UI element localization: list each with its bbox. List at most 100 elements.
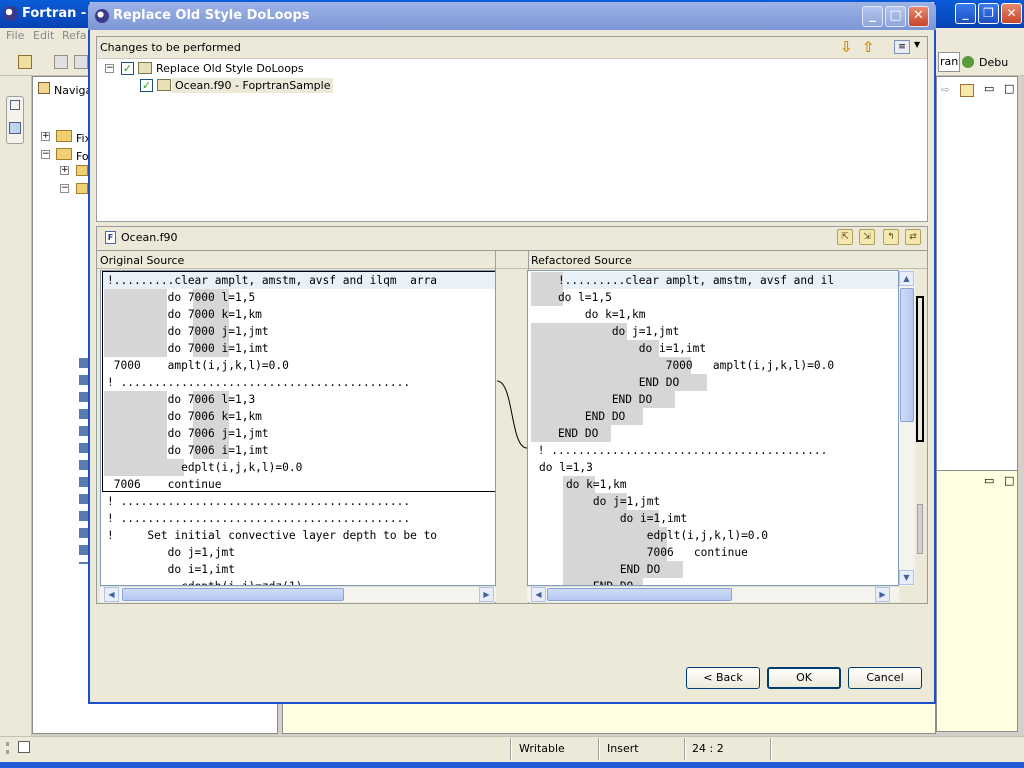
refactored-code-line: do l=1,3 [539, 461, 593, 474]
original-code-line: do i=1,imt [107, 563, 235, 576]
dialog-minimize-icon[interactable]: _ [862, 6, 883, 27]
refactored-code-line: END DO [531, 376, 680, 389]
collapse-all-icon[interactable] [960, 84, 974, 97]
expand-toggle[interactable]: + [60, 166, 69, 175]
compare-headers [97, 251, 927, 269]
fast-view-icon[interactable] [18, 741, 30, 753]
close-icon[interactable]: ✕ [1001, 3, 1022, 24]
next-change-icon[interactable]: ⇩ [840, 38, 853, 56]
tree-item-file-change[interactable]: Ocean.f90 - FoprtranSample [172, 78, 334, 93]
debug-bug-icon [962, 56, 974, 68]
dialog-close-icon[interactable]: ✕ [908, 6, 929, 27]
left-toolbar-strip [0, 76, 32, 736]
original-code-line: do j=1,jmt [107, 546, 235, 559]
scroll-up-icon[interactable]: ▲ [899, 271, 914, 286]
refactored-code-line: do l=1,5 [531, 291, 612, 304]
original-code-line: edplt(i,j,k,l)=0.0 [107, 461, 303, 474]
ok-button[interactable]: OK [767, 667, 841, 689]
refactored-code-line: 7006 continue [539, 546, 748, 559]
view-maximize-icon[interactable]: □ [1004, 82, 1014, 95]
new-icon[interactable] [18, 55, 32, 69]
refactored-code-line: 7000 amplt(i,j,k,l)=0.0 [531, 359, 835, 372]
navigator-icon [38, 82, 50, 94]
perspective-debug[interactable]: Debu [979, 56, 1008, 69]
refactored-code-line: !.........clear amplt, amstm, avsf and i… [531, 274, 835, 287]
windows-taskbar [0, 762, 1024, 768]
dialog-maximize-icon[interactable]: □ [885, 6, 906, 27]
scroll-down-icon[interactable]: ▼ [899, 570, 914, 585]
scroll-right-icon[interactable]: ▶ [875, 587, 890, 602]
status-handle [6, 742, 9, 754]
filter-changes-icon[interactable]: ≡ [894, 40, 910, 54]
change-connector [496, 380, 528, 449]
original-code-line: do 7000 k=1,km [107, 308, 262, 321]
cancel-button[interactable]: Cancel [848, 667, 922, 689]
original-code-line: cdepth(i,j)=zdz(1) [107, 578, 302, 585]
original-code-line: do 7006 i=1,imt [107, 444, 269, 457]
folder-icon [76, 183, 88, 194]
original-source-pane[interactable]: !.........clear amplt, amstm, avsf and i… [100, 270, 496, 586]
scrollbar-thumb[interactable] [547, 588, 732, 601]
ignore-whitespace-icon[interactable]: ⇄ [905, 229, 921, 245]
preview-file-name: Ocean.f90 [121, 231, 178, 244]
original-code-line: ! ......................................… [107, 512, 411, 525]
eclipse-logo-icon [3, 6, 18, 21]
tree-item-project[interactable]: Fo [76, 150, 89, 163]
original-code-line: 7006 continue [107, 478, 222, 491]
dialog-title: Replace Old Style DoLoops [113, 8, 310, 23]
file-change-icon [157, 79, 171, 91]
package-explorer-icon[interactable] [9, 122, 21, 134]
chevron-down-icon[interactable]: ▼ [914, 40, 920, 49]
refactored-code-line: do j=1,jmt [539, 495, 661, 508]
restore-icon[interactable]: ❐ [978, 3, 999, 24]
scrollbar-thumb[interactable] [900, 288, 914, 422]
tree-item-root-change[interactable]: Replace Old Style DoLoops [156, 62, 304, 75]
menu-file[interactable]: File [6, 29, 24, 42]
save-icon[interactable] [54, 55, 68, 69]
collapse-toggle[interactable]: − [105, 64, 114, 73]
file-change-checkbox[interactable]: ✓ [140, 79, 153, 92]
composite-change-icon [138, 62, 152, 74]
collapse-toggle[interactable]: − [60, 184, 69, 193]
scrollbar-thumb[interactable] [122, 588, 344, 601]
root-change-checkbox[interactable]: ✓ [121, 62, 134, 75]
original-code-line: do 7000 l=1,5 [107, 291, 256, 304]
refactored-code-line: do i=1,imt [531, 342, 707, 355]
copy-current-change-icon[interactable]: ↰ [883, 229, 899, 245]
copy-all-left-icon[interactable]: ⇱ [837, 229, 853, 245]
view-maximize-icon[interactable]: □ [1004, 474, 1014, 487]
original-code-line: !.........clear amplt, amstm, avsf and i… [107, 274, 438, 287]
original-source-title: Original Source [100, 254, 185, 267]
restore-view-icon[interactable] [10, 100, 20, 110]
original-code-line: 7000 amplt(i,j,k,l)=0.0 [107, 359, 289, 372]
status-writable: Writable [519, 742, 565, 755]
view-minimize-icon[interactable]: ▭ [984, 82, 994, 95]
scroll-left-icon[interactable]: ◀ [531, 587, 546, 602]
forward-icon[interactable]: ⇨ [941, 85, 949, 96]
original-code-line: do 7000 j=1,jmt [107, 325, 269, 338]
fortran-file-icon: F [105, 231, 116, 244]
scroll-left-icon[interactable]: ◀ [104, 587, 119, 602]
refactored-code-line: ! ......................................… [531, 444, 828, 457]
status-separator [598, 738, 600, 760]
refactored-source-pane[interactable]: !.........clear amplt, amstm, avsf and i… [527, 270, 899, 586]
minimize-icon[interactable]: _ [955, 3, 976, 24]
collapse-toggle[interactable]: − [41, 150, 50, 159]
save-all-icon[interactable] [74, 55, 88, 69]
scroll-right-icon[interactable]: ▶ [479, 587, 494, 602]
status-separator [684, 738, 686, 760]
overview-change-marker[interactable] [917, 504, 923, 554]
expand-toggle[interactable]: + [41, 132, 50, 141]
refactored-code-line: do k=1,km [539, 478, 627, 491]
view-minimize-icon[interactable]: ▭ [984, 474, 994, 487]
menu-edit[interactable]: Edit [33, 29, 54, 42]
previous-change-icon[interactable]: ⇧ [862, 38, 875, 56]
overview-ruler-viewport[interactable] [916, 296, 924, 442]
back-button[interactable]: < Back [686, 667, 760, 689]
copy-all-right-icon[interactable]: ⇲ [859, 229, 875, 245]
refactored-code-line: do k=1,km [531, 308, 646, 321]
original-code-line: do 7000 i=1,imt [107, 342, 269, 355]
menu-refactor[interactable]: Refa [62, 29, 87, 42]
original-code-line: ! ......................................… [107, 376, 411, 389]
perspective-fortran[interactable]: ran [938, 52, 960, 72]
